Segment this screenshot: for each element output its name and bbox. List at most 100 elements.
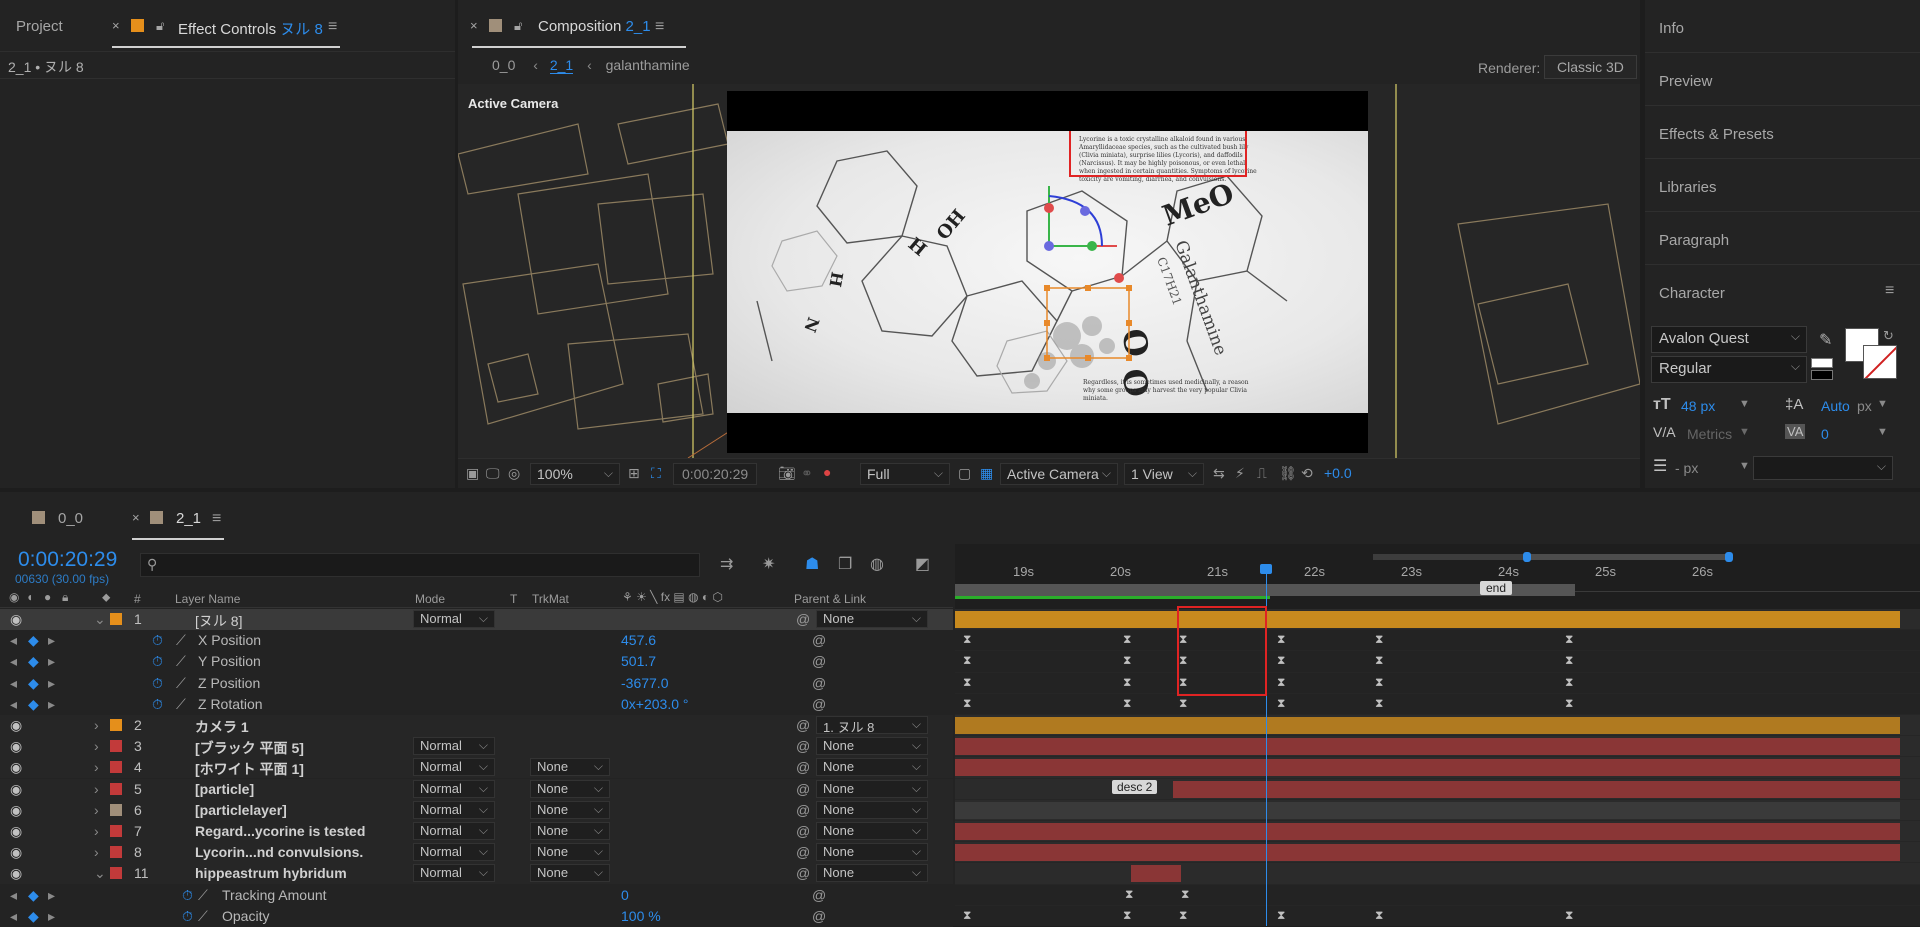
layer-duration-bar[interactable] [955,844,1900,862]
font-style-select[interactable]: Regular ⌵ [1651,356,1807,383]
mode-select[interactable]: Normal ⌵ [413,822,495,840]
layer-search-input[interactable]: ⚲ [140,553,700,577]
tab-project[interactable]: Project [16,18,63,35]
keyframe-icon[interactable]: ⧗ [1375,696,1383,711]
header-layer-name[interactable]: Layer Name [175,592,240,606]
keyframe-nav-icon[interactable]: ▸ [48,696,55,713]
layer-name[interactable]: [particlelayer] [195,802,287,818]
track-row[interactable] [955,715,1920,737]
keyframe-icon[interactable]: ⧗ [963,632,971,647]
track-row[interactable] [955,799,1920,821]
mode-select[interactable]: Normal ⌵ [413,610,495,628]
comp-flowchart-icon[interactable]: ⇉ [720,554,733,574]
keyframe-icon[interactable]: ⧗ [963,696,971,711]
panel-effects-presets[interactable]: Effects & Presets [1659,126,1774,143]
layer-name[interactable]: [ホワイト 平面 1] [195,759,304,779]
label-color[interactable] [110,867,122,880]
parent-select[interactable]: 1. ヌル 8 ⌵ [816,716,928,735]
chevron-down-icon[interactable]: ▼ [1877,398,1888,410]
header-trkmat[interactable]: TrkMat [532,592,569,606]
audio-icon[interactable]: ◖ [26,590,33,604]
label-color[interactable] [110,825,122,837]
views-select[interactable]: 1 View ⌵ [1124,463,1204,485]
header-parent[interactable]: Parent & Link [794,592,866,606]
pickwhip-icon[interactable]: @ [812,675,826,691]
keyframe-diamond-icon[interactable]: ◆ [28,908,39,925]
keyframe-icon[interactable]: ⧗ [1123,908,1131,923]
eye-icon[interactable]: ◉ [10,611,22,628]
tab-effect-controls[interactable]: Effect Controls ヌル 8 [178,18,323,39]
graph-icon[interactable]: ⟋ [176,696,186,713]
keyframe-icon[interactable]: ⧗ [1565,632,1573,647]
always-preview-icon[interactable]: ▣ [466,465,479,482]
mode-select[interactable]: Normal ⌵ [413,800,495,819]
comp-viewer[interactable]: MeO H OH H N O O Galanthamine C17H21 Lyc… [458,84,1640,458]
trkmat-select[interactable]: None ⌵ [530,758,610,777]
graph-icon[interactable]: ⟋ [176,653,186,670]
keyframe-diamond-icon[interactable]: ◆ [28,887,39,904]
keyframe-icon[interactable]: ⧗ [1565,653,1573,668]
parent-select[interactable]: None ⌵ [816,758,928,777]
expand-chevron-icon[interactable]: › [94,738,99,754]
chevron-down-icon[interactable]: ▼ [1739,398,1750,410]
keyframe-icon[interactable]: ⧗ [1123,653,1131,668]
renderer-button[interactable]: Classic 3D [1544,55,1637,79]
work-area-start-handle[interactable] [1523,552,1531,562]
pickwhip-icon[interactable]: @ [796,802,810,818]
work-area-end-handle[interactable] [1725,552,1733,562]
exposure-value[interactable]: +0.0 [1324,465,1352,481]
close-icon[interactable]: × [470,18,478,33]
chevron-down-icon[interactable]: ▼ [1877,426,1888,438]
trkmat-select[interactable]: None ⌵ [530,864,610,883]
leading-value[interactable]: Auto [1821,398,1850,414]
camera-select[interactable]: Active Camera ⌵ [1000,463,1118,485]
label-color[interactable] [110,740,122,753]
keyframe-icon[interactable]: ⧗ [1277,908,1285,923]
keyframe-icon[interactable]: ⧗ [1179,696,1187,711]
breadcrumb-item[interactable]: galanthamine [606,57,690,73]
layer-row[interactable]: ◉ › 3 [ブラック 平面 5] Normal ⌵ @ None ⌵ [0,736,953,758]
expand-chevron-icon[interactable]: › [94,802,99,818]
layer-name[interactable]: カメラ 1 [195,717,249,737]
keyframe-nav-icon[interactable]: ◂ [10,887,17,904]
eye-icon[interactable]: ◉ [10,759,22,776]
layer-row[interactable]: ◉ ⌄ 11 hippeastrum hybridum Normal ⌵ None ⌵ @ Non… [0,863,953,885]
keyframe-nav-icon[interactable]: ◂ [10,696,17,713]
layer-name[interactable]: [particle] [195,781,254,797]
toggle-pixel-icon[interactable]: ⇆ [1213,465,1225,482]
pickwhip-icon[interactable]: @ [812,696,826,712]
layer-name[interactable]: [ヌル 8] [195,611,242,631]
layer-row[interactable]: ◉ › 7 Regard...ycorine is tested Normal ⌵ None… [0,821,953,842]
eyedropper-icon[interactable]: ✎ [1819,330,1832,350]
panel-libraries[interactable]: Libraries [1659,179,1717,196]
keyframe-nav-icon[interactable]: ◂ [10,653,17,670]
layer-name[interactable]: Lycorin...nd convulsions. [195,844,363,860]
graph-icon[interactable]: ⟋ [176,675,186,692]
menu-icon[interactable]: ≡ [328,18,337,36]
trkmat-select[interactable]: None ⌵ [530,843,610,862]
keyframe-nav-icon[interactable]: ▸ [48,887,55,904]
mode-select[interactable]: Normal ⌵ [413,843,495,862]
keyframe-icon[interactable]: ⧗ [1565,675,1573,690]
stopwatch-icon[interactable]: ⏱︎ [152,696,163,713]
pickwhip-icon[interactable]: @ [812,908,826,924]
expand-chevron-icon[interactable]: › [94,717,99,733]
resolution-select[interactable]: Full ⌵ [860,463,950,485]
track-row[interactable] [955,609,1920,631]
track-row[interactable] [955,842,1920,864]
region-icon[interactable]: ⛶ [651,465,661,482]
fast-preview-icon[interactable]: ⚡︎ [1235,465,1245,482]
trkmat-select[interactable]: None ⌵ [530,800,610,819]
layer-row[interactable]: ◉ › 4 [ホワイト 平面 1] Normal ⌵ None ⌵ @ None ⌵ [0,757,953,779]
flowchart-icon[interactable]: ⛓︎ [1279,465,1297,482]
expand-chevron-icon[interactable]: › [94,823,99,839]
keyframe-nav-icon[interactable]: ◂ [10,632,17,649]
pickwhip-icon[interactable]: @ [796,759,810,775]
label-color[interactable] [110,761,122,774]
property-value[interactable]: 0 [621,887,629,903]
menu-icon[interactable]: ≡ [212,510,221,528]
eye-icon[interactable]: ◉ [10,738,22,755]
layer-row[interactable]: ◉ › 6 [particlelayer] Normal ⌵ None ⌵ @ None ⌵ [0,799,953,821]
property-value[interactable]: -3677.0 [621,675,668,691]
eye-icon[interactable]: ◉ [10,802,22,819]
